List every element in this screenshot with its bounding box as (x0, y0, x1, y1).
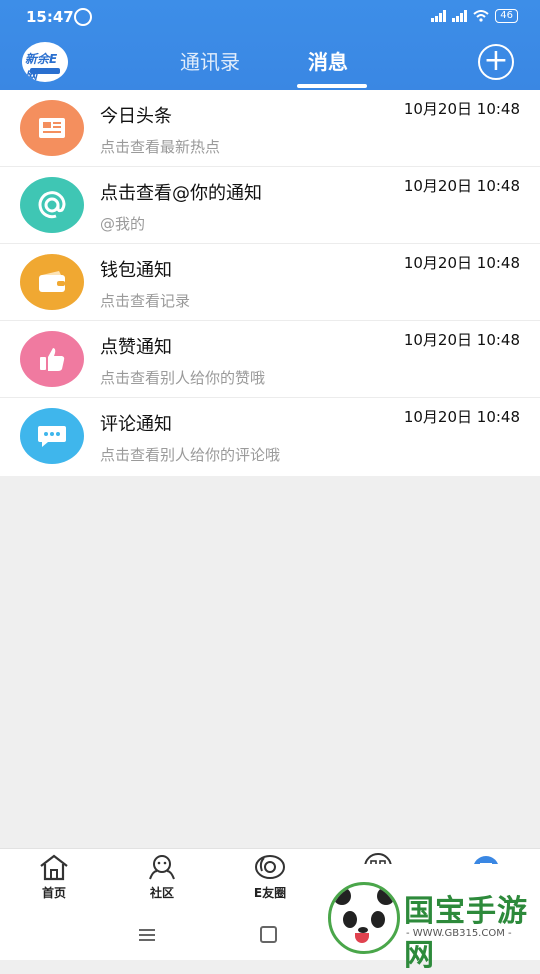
app-logo[interactable]: 新余E网 (22, 42, 68, 82)
menu-icon[interactable] (139, 926, 155, 944)
watermark: 国宝手游网 - WWW.GB315.COM - (312, 864, 538, 973)
signal-icon (431, 10, 447, 22)
nav-label: 社区 (149, 886, 174, 900)
tab-messages[interactable]: 消息 (308, 46, 348, 75)
message-subtitle: @我的 (100, 215, 146, 233)
circle-icon (253, 853, 287, 881)
message-title: 点击查看@你的通知 (100, 183, 262, 204)
nav-label: E友圈 (253, 886, 287, 900)
home-button-icon[interactable] (260, 926, 277, 943)
message-time: 10月20日 10:48 (403, 254, 520, 272)
message-item-wallet[interactable]: 钱包通知 点击查看记录 10月20日 10:48 (0, 244, 540, 321)
home-icon (37, 853, 71, 881)
message-item-headlines[interactable]: 今日头条 点击查看最新热点 10月20日 10:48 (0, 90, 540, 167)
message-subtitle: 点击查看最新热点 (100, 138, 221, 156)
nav-item-community[interactable]: 社区 (122, 853, 202, 901)
nav-item-home[interactable]: 首页 (14, 853, 94, 901)
message-list: 今日头条 点击查看最新热点 10月20日 10:48 点击查看@你的通知 @我的… (0, 90, 540, 476)
message-title: 钱包通知 (100, 260, 172, 281)
thumbs-up-icon (20, 331, 84, 387)
tab-contacts[interactable]: 通讯录 (180, 46, 240, 75)
status-bar: 15:47 46 (0, 0, 540, 36)
message-time: 10月20日 10:48 (403, 177, 520, 195)
message-subtitle: 点击查看别人给你的赞哦 (100, 369, 266, 387)
message-subtitle: 点击查看别人给你的评论哦 (100, 446, 281, 464)
message-title: 点赞通知 (100, 337, 172, 358)
message-title: 今日头条 (100, 106, 172, 127)
active-tab-indicator (297, 84, 367, 88)
logo-subbar (30, 68, 60, 74)
message-item-likes[interactable]: 点赞通知 点击查看别人给你的赞哦 10月20日 10:48 (0, 321, 540, 398)
logo-text: 新余E网 (25, 52, 58, 82)
wallet-icon (20, 254, 84, 310)
comment-icon (20, 408, 84, 464)
message-time: 10月20日 10:48 (403, 408, 520, 426)
message-item-comments[interactable]: 评论通知 点击查看别人给你的评论哦 10月20日 10:48 (0, 398, 540, 476)
signal-icon-2 (452, 10, 468, 22)
newspaper-icon (20, 100, 84, 156)
alarm-icon (74, 8, 92, 26)
message-time: 10月20日 10:48 (403, 100, 520, 118)
community-icon (145, 853, 179, 881)
at-sign-icon (20, 177, 84, 233)
status-icons: 46 (431, 9, 518, 23)
add-button[interactable]: + (478, 44, 514, 80)
watermark-url: - WWW.GB315.COM - (406, 928, 512, 939)
nav-label: 首页 (41, 886, 66, 900)
battery-icon: 46 (495, 9, 518, 23)
status-time: 15:47 (26, 8, 74, 26)
app-header: 15:47 46 新余E网 通讯录 消息 + (0, 0, 540, 90)
message-item-mentions[interactable]: 点击查看@你的通知 @我的 10月20日 10:48 (0, 167, 540, 244)
plus-icon: + (483, 43, 509, 78)
message-subtitle: 点击查看记录 (100, 292, 191, 310)
message-title: 评论通知 (100, 414, 172, 435)
panda-logo-icon (328, 882, 400, 954)
wifi-icon (473, 10, 489, 22)
message-time: 10月20日 10:48 (403, 331, 520, 349)
nav-item-circle[interactable]: E友圈 (230, 853, 310, 901)
